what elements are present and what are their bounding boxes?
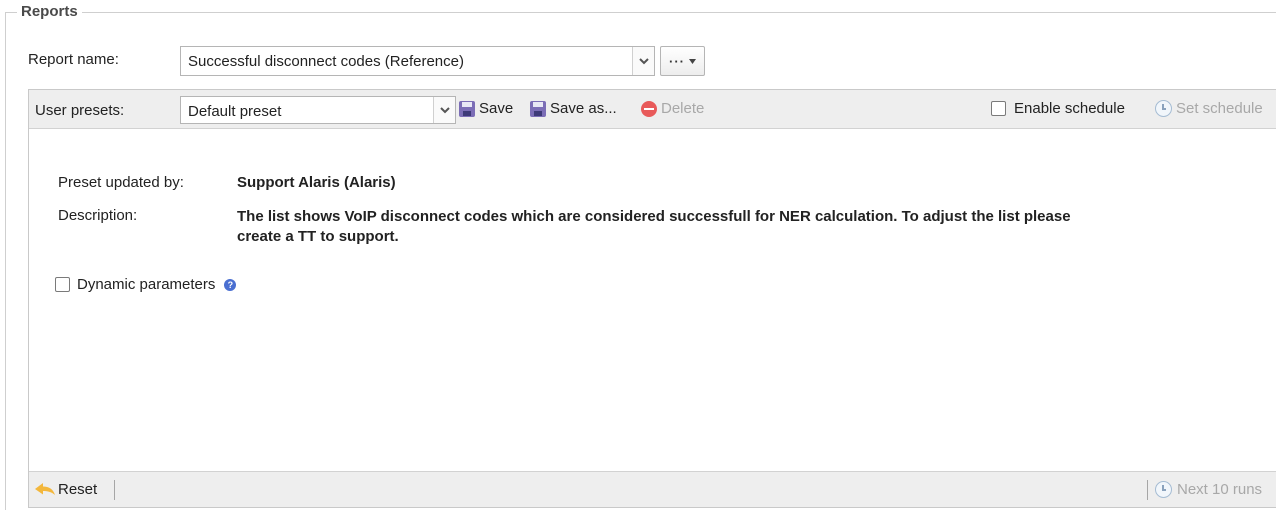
description-line-1: The list shows VoIP disconnect codes whi… xyxy=(237,208,1071,225)
save-as-button[interactable]: Save as... xyxy=(530,100,617,117)
footer-separator xyxy=(114,480,115,500)
panel-footer: Reset Next 10 runs xyxy=(29,471,1276,507)
preset-updated-by-value: Support Alaris (Alaris) xyxy=(237,174,396,191)
clock-icon xyxy=(1155,100,1172,117)
undo-arrow-icon xyxy=(35,482,55,495)
clock-icon xyxy=(1155,481,1172,498)
delete-label: Delete xyxy=(661,100,705,117)
reset-button[interactable]: Reset xyxy=(35,481,97,498)
footer-separator xyxy=(1147,480,1148,500)
description-text: The list shows VoIP disconnect codes whi… xyxy=(237,207,1267,247)
next-runs-button[interactable]: Next 10 runs xyxy=(1155,481,1262,498)
set-schedule-label: Set schedule xyxy=(1176,100,1263,117)
save-as-label: Save as... xyxy=(550,100,617,117)
report-name-value: Successful disconnect codes (Reference) xyxy=(188,53,464,70)
user-presets-value: Default preset xyxy=(188,103,282,120)
report-more-button[interactable]: ··· xyxy=(660,46,705,76)
floppy-disk-icon xyxy=(459,100,475,117)
chevron-down-icon[interactable] xyxy=(433,97,455,123)
help-icon[interactable]: ? xyxy=(224,278,237,291)
save-button[interactable]: Save xyxy=(459,100,513,117)
set-schedule-button[interactable]: Set schedule xyxy=(1155,100,1263,117)
preset-updated-by-label: Preset updated by: xyxy=(58,174,184,191)
more-icon: ··· xyxy=(669,53,685,69)
description-line-2: create a TT to support. xyxy=(237,228,399,245)
enable-schedule-label: Enable schedule xyxy=(1014,100,1125,117)
presets-toolbar: User presets: Default preset Save Save a… xyxy=(29,90,1276,129)
enable-schedule-checkbox[interactable] xyxy=(991,101,1006,116)
caret-down-icon xyxy=(689,58,696,64)
enable-schedule-toggle[interactable]: Enable schedule xyxy=(991,100,1125,117)
delete-button[interactable]: Delete xyxy=(641,100,704,117)
next-runs-label: Next 10 runs xyxy=(1177,481,1263,498)
dynamic-parameters-label: Dynamic parameters xyxy=(77,276,216,293)
dynamic-parameters-checkbox[interactable] xyxy=(55,277,70,292)
delete-icon xyxy=(641,100,657,117)
description-label: Description: xyxy=(58,207,138,224)
reset-label: Reset xyxy=(58,481,98,498)
floppy-disk-icon xyxy=(530,100,546,117)
save-label: Save xyxy=(479,100,514,117)
user-presets-label: User presets: xyxy=(35,102,125,119)
chevron-down-icon[interactable] xyxy=(632,47,654,75)
dynamic-parameters-toggle[interactable]: Dynamic parameters ? xyxy=(55,276,237,293)
report-name-label: Report name: xyxy=(28,51,119,68)
report-panel: User presets: Default preset Save Save a… xyxy=(28,89,1276,508)
user-presets-select[interactable]: Default preset xyxy=(180,96,456,124)
report-name-select[interactable]: Successful disconnect codes (Reference) xyxy=(180,46,655,76)
reports-legend: Reports xyxy=(17,3,82,20)
report-name-row: Report name: Successful disconnect codes… xyxy=(28,46,728,76)
